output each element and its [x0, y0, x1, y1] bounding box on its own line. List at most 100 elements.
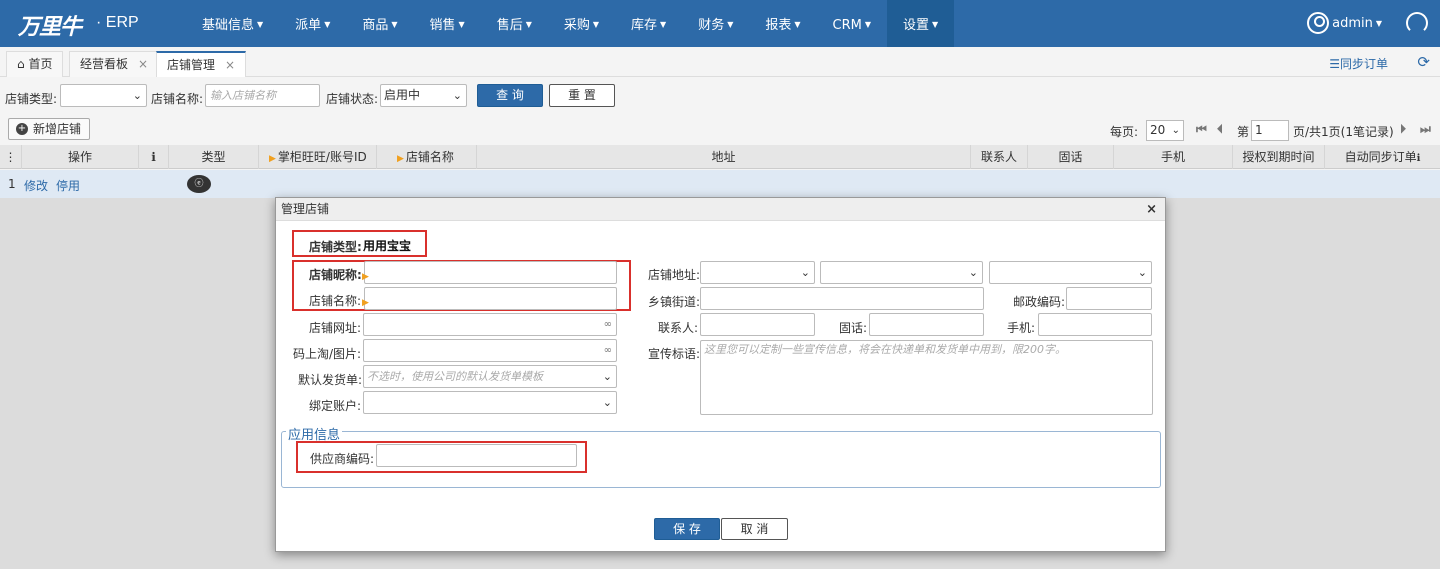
edit-link[interactable]: 修改 [24, 177, 48, 194]
col-auth-expire[interactable]: 授权到期时间 [1233, 145, 1325, 169]
manage-shop-dialog: 管理店铺 × 店铺类型: 用用宝宝 店铺昵称: ▶ 店铺名称: ▶ 店铺网址: … [275, 197, 1166, 552]
page-number-input[interactable]: 1 [1251, 120, 1289, 141]
per-page-label: 每页: [1110, 125, 1139, 139]
reset-button[interactable]: 重 置 [549, 84, 615, 107]
prev-page-icon[interactable]: ⏴ [1217, 122, 1223, 137]
next-page-icon[interactable]: ⏵ [1400, 122, 1406, 137]
shop-status-select[interactable]: 启用中 ⌄ [380, 84, 467, 107]
menu-basic-info[interactable]: 基础信息 ▼ [186, 0, 279, 47]
pager: 每页: 20 ⌄ ⏮ ⏴ 第 1 页/共1页(1笔记录) ⏵ ⏭ [1110, 120, 1440, 141]
headset-support-icon[interactable] [1406, 12, 1428, 34]
menu-finance[interactable]: 财务 ▼ [682, 0, 749, 47]
per-page-select[interactable]: 20 ⌄ [1146, 120, 1184, 141]
info-icon[interactable]: ℹ [139, 145, 169, 169]
required-marker-icon: ▶ [397, 154, 404, 164]
grid-menu-icon[interactable]: ⋮ [0, 145, 22, 169]
shop-type-select[interactable]: ⌄ [60, 84, 147, 107]
link-icon: ∞ [603, 345, 612, 356]
cancel-button[interactable]: 取 消 [721, 518, 788, 540]
tab-shop-management[interactable]: 店铺管理 × [156, 51, 247, 77]
col-contact[interactable]: 联系人 [971, 145, 1028, 169]
col-phone[interactable]: 固话 [1028, 145, 1114, 169]
menu-inventory[interactable]: 库存 ▼ [615, 0, 682, 47]
grid-toolbar: + 新增店铺 每页: 20 ⌄ ⏮ ⏴ 第 1 页/共1页(1笔记录) ⏵ ⏭ [0, 118, 1440, 142]
menu-products[interactable]: 商品 ▼ [346, 0, 413, 47]
nickname-input[interactable]: ▶ [362, 261, 617, 284]
chevron-down-icon: ⌄ [452, 89, 462, 102]
shop-type-icon: ⓔ [187, 175, 211, 193]
home-icon: ⌂ [17, 57, 25, 71]
close-tab-icon[interactable]: × [225, 58, 235, 72]
disable-link[interactable]: 停用 [56, 177, 80, 194]
street-input[interactable] [700, 287, 984, 310]
app-logo[interactable]: 万里牛 [18, 9, 82, 41]
caret-down-icon: ▼ [525, 20, 532, 29]
contact-input[interactable] [700, 313, 815, 336]
menu-purchase[interactable]: 采购 ▼ [548, 0, 615, 47]
add-shop-button[interactable]: + 新增店铺 [8, 118, 91, 140]
dialog-header: 管理店铺 × [276, 198, 1165, 221]
close-tab-icon[interactable]: × [138, 57, 148, 71]
user-menu[interactable]: admin ▼ [1307, 12, 1382, 34]
col-type[interactable]: 类型 [169, 145, 259, 169]
caret-down-icon: ▼ [592, 20, 600, 29]
main-menu: 基础信息 ▼ 派单 ▼ 商品 ▼ 销售 ▼ 售后 ▼ 采购 ▼ 库存 ▼ 财务 ▼ 报表 ▼ CR… [186, 0, 955, 47]
save-button[interactable]: 保 存 [654, 518, 720, 540]
shop-name-input[interactable]: 输入店铺名称 [205, 84, 320, 107]
caret-down-icon: ▼ [864, 20, 872, 29]
required-marker-icon: ▶ [269, 154, 276, 164]
caret-down-icon: ▼ [660, 20, 667, 29]
caret-down-icon: ▼ [257, 20, 264, 29]
slogan-textarea[interactable]: 这里您可以定制一些宣传信息，将会在快递单和发货单中用到，限200字。 [700, 340, 1153, 415]
shop-name-label: 店铺名称: [151, 92, 204, 106]
col-address[interactable]: 地址 [477, 145, 971, 169]
col-shop-name[interactable]: ▶ 店铺名称 [377, 145, 477, 169]
postcode-label: 邮政编码: [1013, 295, 1066, 309]
sync-orders-link[interactable]: ☰同步订单 [1329, 55, 1388, 72]
bind-account-select[interactable]: ⌄ [363, 391, 617, 414]
chevron-down-icon: ⌄ [1137, 266, 1147, 279]
contact-label: 联系人: [658, 321, 699, 335]
user-avatar-icon [1307, 12, 1330, 34]
city-select[interactable]: ⌄ [820, 261, 983, 284]
menu-sales[interactable]: 销售 ▼ [414, 0, 481, 47]
first-page-icon[interactable]: ⏮ [1196, 122, 1207, 137]
tab-home[interactable]: ⌂ 首页 [6, 51, 64, 77]
code-image-input[interactable]: ∞ [363, 339, 617, 362]
shop-url-input[interactable]: ∞ [363, 313, 617, 336]
col-account[interactable]: ▶ 掌柜旺旺/账号ID [259, 145, 377, 169]
last-page-icon[interactable]: ⏭ [1420, 122, 1431, 137]
table-row[interactable]: 1 修改 停用 ⓔ [0, 170, 1440, 198]
chevron-down-icon: ⌄ [132, 89, 142, 102]
shop-name-input[interactable]: ▶ [362, 287, 617, 310]
username: admin [1332, 15, 1373, 31]
tab-dashboard[interactable]: 经营看板 × [69, 51, 160, 77]
chevron-down-icon: ⌄ [968, 266, 978, 279]
shop-status-label: 店铺状态: [326, 92, 379, 106]
slogan-label: 宣传标语: [648, 347, 701, 361]
menu-crm[interactable]: CRM ▼ [817, 0, 887, 47]
chevron-down-icon: ⌄ [1171, 125, 1180, 136]
grid-header: ⋮ 操作 ℹ 类型 ▶ 掌柜旺旺/账号ID ▶ 店铺名称 地址 联系人 固话 手机 … [0, 145, 1440, 169]
caret-down-icon: ▼ [932, 20, 939, 29]
close-icon[interactable]: × [1146, 198, 1157, 221]
col-auto-sync[interactable]: 自动同步订单ℹ [1325, 145, 1440, 169]
district-select[interactable]: ⌄ [989, 261, 1152, 284]
menu-after-sales[interactable]: 售后 ▼ [481, 0, 548, 47]
caret-down-icon: ▼ [324, 20, 331, 29]
default-invoice-select[interactable]: 不选时，使用公司的默认发货单模板 ⌄ [363, 365, 617, 388]
postcode-input[interactable] [1066, 287, 1152, 310]
query-button[interactable]: 查 询 [477, 84, 543, 107]
phone-input[interactable] [869, 313, 984, 336]
menu-reports[interactable]: 报表 ▼ [749, 0, 816, 47]
mobile-input[interactable] [1038, 313, 1152, 336]
shop-type-label: 店铺类型: [5, 92, 58, 106]
province-select[interactable]: ⌄ [700, 261, 815, 284]
caret-down-icon: ▼ [727, 20, 734, 29]
supplier-code-input[interactable] [376, 444, 577, 467]
col-mobile[interactable]: 手机 [1114, 145, 1233, 169]
nickname-label: 店铺昵称: [309, 268, 362, 282]
menu-settings[interactable]: 设置 ▼ [887, 0, 955, 47]
menu-dispatch[interactable]: 派单 ▼ [279, 0, 346, 47]
refresh-icon[interactable]: ⟳ [1417, 53, 1430, 71]
